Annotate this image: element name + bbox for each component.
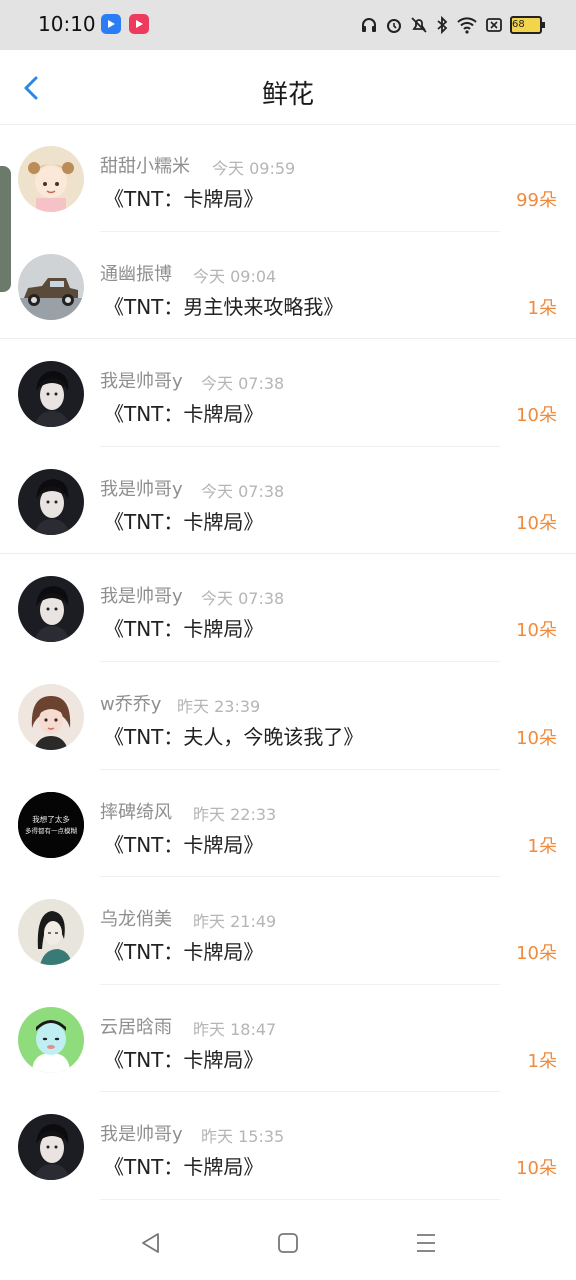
flower-quantity: 1朵 (527, 297, 557, 319)
vintage-car-avatar[interactable] (18, 253, 84, 320)
page-title: 鲜花 (261, 80, 314, 110)
blue-app-icon (101, 14, 121, 34)
flower-quantity: 10朵 (516, 1158, 557, 1180)
timestamp: 昨天 23:39 (177, 696, 261, 716)
list-item[interactable]: 云居晗雨 昨天 18:47 《TNT：卡牌局》 1朵 (0, 985, 576, 1093)
username: 摔碑绮风 (100, 801, 172, 823)
flower-quantity: 1朵 (527, 835, 557, 857)
timestamp: 今天 07:38 (201, 374, 285, 394)
floating-side-handle[interactable] (0, 166, 11, 292)
dark-portrait-avatar[interactable] (18, 576, 84, 643)
list-item[interactable]: 我是帅哥y 今天 07:38 《TNT：卡牌局》 10朵 (0, 339, 576, 447)
book-title: 《TNT：卡牌局》 (104, 509, 264, 534)
bluetooth-icon (435, 16, 449, 34)
status-bar: 10:10 68 (0, 0, 576, 50)
timestamp: 昨天 15:35 (201, 1127, 285, 1147)
dark-portrait-avatar[interactable] (18, 361, 84, 428)
book-title: 《TNT：卡牌局》 (104, 1155, 264, 1180)
flower-quantity: 10朵 (516, 405, 557, 427)
dark-portrait-avatar[interactable] (18, 468, 84, 535)
headphones-icon (360, 16, 378, 34)
username: 我是帅哥y (100, 586, 183, 608)
username: 我是帅哥y (100, 371, 183, 393)
book-title: 《TNT：卡牌局》 (104, 940, 264, 965)
mute-icon (410, 16, 428, 34)
book-title: 《TNT：卡牌局》 (104, 402, 264, 427)
list-item[interactable]: 通幽振博 今天 09:04 《TNT：男主快来攻略我》 1朵 (0, 232, 576, 340)
username: w乔乔y (100, 693, 162, 715)
book-title: 《TNT：男主快来攻略我》 (104, 294, 344, 319)
username: 甜甜小糯米 (100, 156, 190, 177)
timestamp: 今天 07:38 (201, 481, 285, 501)
timestamp: 今天 09:59 (212, 159, 296, 178)
list-item[interactable]: 我是帅哥y 今天 07:38 《TNT：卡牌局》 10朵 (0, 447, 576, 555)
wifi-icon (456, 16, 478, 34)
username: 我是帅哥y (100, 1124, 183, 1146)
status-time: 10:10 (38, 12, 96, 36)
avatar-text-line: 多得都有一点模糊 (25, 826, 78, 835)
list-item[interactable]: w乔乔y 昨天 23:39 《TNT：夫人，今晚该我了》 10朵 (0, 662, 576, 770)
cartoon-green-avatar[interactable] (18, 1006, 84, 1073)
red-video-app-icon (129, 14, 149, 34)
username: 我是帅哥y (100, 478, 183, 500)
list-item[interactable]: 我想了太多 多得都有一点模糊 摔碑绮风 昨天 22:33 《TNT：卡牌局》 1… (0, 770, 576, 878)
username: 乌龙俏美 (100, 909, 172, 931)
book-title: 《TNT：夫人，今晚该我了》 (104, 724, 364, 749)
timestamp: 昨天 18:47 (193, 1019, 277, 1039)
sim-off-icon (485, 16, 503, 34)
avatar-text-line: 我想了太多 (32, 814, 70, 824)
flower-quantity: 10朵 (516, 943, 557, 965)
ink-painting-avatar[interactable] (18, 899, 84, 966)
list-item[interactable]: 我是帅哥y 昨天 15:35 《TNT：卡牌局》 10朵 (0, 1092, 576, 1200)
timestamp: 昨天 21:49 (193, 912, 277, 932)
flower-record-list: 甜甜小糯米 今天 09:59 《TNT：卡牌局》 99朵 通幽振博 今天 09:… (0, 124, 576, 1200)
flower-quantity: 1朵 (527, 1050, 557, 1072)
flower-quantity: 10朵 (516, 512, 557, 534)
girl-portrait-avatar[interactable] (18, 683, 84, 750)
username: 云居晗雨 (100, 1016, 172, 1038)
system-icons: 68 (360, 14, 545, 36)
back-triangle-icon[interactable] (138, 1230, 164, 1256)
username: 通幽振博 (100, 263, 172, 285)
menu-lines-icon[interactable] (413, 1230, 439, 1256)
cartoon-girl-avatar[interactable] (18, 146, 84, 212)
alarm-icon (385, 16, 403, 34)
book-title: 《TNT：卡牌局》 (104, 187, 264, 211)
list-item[interactable]: 甜甜小糯米 今天 09:59 《TNT：卡牌局》 99朵 (0, 124, 576, 232)
flower-quantity: 10朵 (516, 620, 557, 642)
battery-icon: 68 (510, 16, 545, 34)
black-text-avatar[interactable]: 我想了太多 多得都有一点模糊 (18, 791, 84, 858)
dark-portrait-avatar[interactable] (18, 1114, 84, 1181)
book-title: 《TNT：卡牌局》 (104, 832, 264, 857)
timestamp: 今天 09:04 (193, 266, 277, 286)
header-bar: 鲜花 (0, 52, 576, 125)
timestamp: 今天 07:38 (201, 589, 285, 609)
timestamp: 昨天 22:33 (193, 804, 277, 824)
list-item[interactable]: 我是帅哥y 今天 07:38 《TNT：卡牌局》 10朵 (0, 554, 576, 662)
system-navigation-bar (0, 1206, 576, 1280)
flower-quantity: 99朵 (516, 190, 557, 211)
book-title: 《TNT：卡牌局》 (104, 617, 264, 642)
flower-quantity: 10朵 (516, 727, 557, 749)
home-square-icon[interactable] (275, 1230, 301, 1256)
list-item[interactable]: 乌龙俏美 昨天 21:49 《TNT：卡牌局》 10朵 (0, 877, 576, 985)
book-title: 《TNT：卡牌局》 (104, 1047, 264, 1072)
divider (100, 1198, 500, 1200)
